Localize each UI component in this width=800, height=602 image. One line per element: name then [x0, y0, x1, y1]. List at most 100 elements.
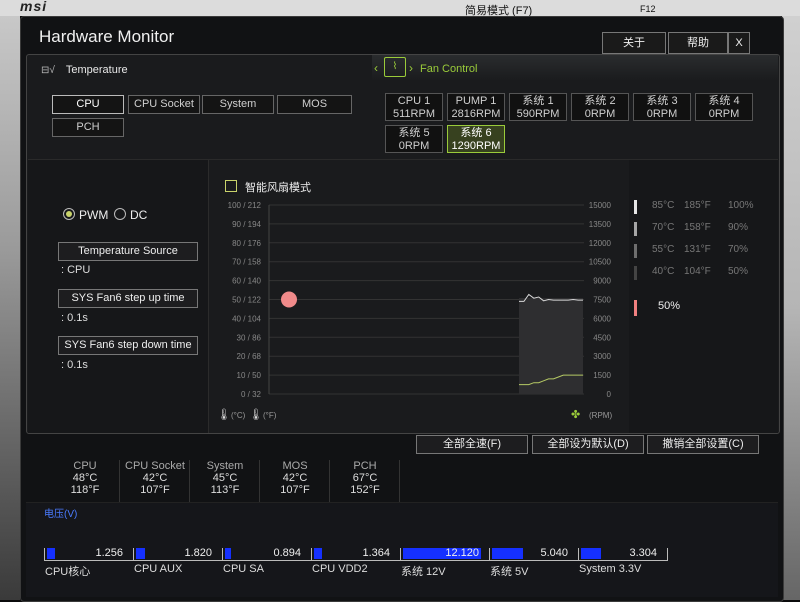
tab-fan-control[interactable]: ‹ ⌇ › Fan Control	[372, 55, 778, 81]
setpoint-handle[interactable]	[281, 291, 297, 308]
voltage-bar: 5.040	[489, 547, 579, 561]
thermometer-f-icon: 🌡	[249, 408, 263, 421]
fan-rpm: 1290RPM	[451, 140, 501, 152]
voltage-value: 1.364	[362, 547, 390, 559]
voltage-bar-fill	[314, 548, 322, 559]
temp-system: System 45°C 113°F	[191, 460, 260, 502]
fan-name: CPU 1	[397, 95, 431, 107]
temperature-source-button[interactable]: Temperature Source	[58, 242, 198, 261]
current-speed-value: 50%	[658, 300, 681, 312]
voltage-name: CPU VDD2	[312, 563, 368, 575]
help-button[interactable]: 帮助	[668, 32, 728, 54]
step-up-time-button[interactable]: SYS Fan6 step up time	[58, 289, 198, 308]
rpm-label: (RPM)	[589, 411, 612, 420]
fan-rpm: 0RPM	[584, 108, 616, 120]
fan-rpm: 0RPM	[398, 140, 430, 152]
source-cpu-button[interactable]: CPU	[52, 95, 124, 114]
fan-rpm: 2816RPM	[451, 108, 501, 120]
screenshot-button[interactable]: F12	[640, 4, 656, 14]
fan-cpu1-button[interactable]: CPU 1 511RPM	[385, 93, 443, 121]
y-left-tick: 20 / 68	[237, 352, 262, 361]
about-button[interactable]: 关于	[602, 32, 666, 54]
fan-settings-area: PWM DC Temperature Source : CPU SYS Fan6…	[28, 159, 778, 433]
fan-name: PUMP 1	[455, 95, 497, 107]
dc-radio[interactable]: DC	[114, 208, 147, 222]
y-right-tick: 15000	[589, 201, 612, 210]
y-left-tick: 70 / 158	[232, 258, 261, 267]
voltage-bar: 12.120	[400, 547, 490, 561]
background-bios-header: msi 简易模式 (F7) F12	[0, 0, 800, 17]
voltage-bar-fill	[225, 548, 231, 559]
voltage-name: CPU SA	[223, 563, 264, 575]
fan-name: 系统 3	[646, 95, 678, 107]
temperature-source-value: : CPU	[61, 264, 91, 276]
voltage-bar-fill	[136, 548, 145, 559]
window-title: Hardware Monitor	[39, 27, 175, 46]
voltage-bar: 1.820	[133, 547, 223, 561]
fan-pump1-button[interactable]: PUMP 1 2816RPM	[447, 93, 505, 121]
step-down-time-value: : 0.1s	[61, 359, 88, 371]
full-speed-button[interactable]: 全部全速(F)	[416, 435, 528, 454]
pwm-radio[interactable]: PWM	[63, 208, 108, 222]
dc-label: DC	[130, 208, 148, 222]
voltage-title: 电压(V)	[44, 509, 78, 520]
fan-name: 系统 6	[460, 127, 492, 139]
voltage-panel: 电压(V) 1.256 CPU核心 1.820 CPU AUX 0.894 CPU SA 1…	[26, 502, 778, 597]
fan-sys4-button[interactable]: 系统 4 0RPM	[695, 93, 753, 121]
step-down-time-button[interactable]: SYS Fan6 step down time	[58, 336, 198, 355]
fan-sys6-button[interactable]: 系统 6 1290RPM	[447, 125, 505, 153]
x-label-fahrenheit: (°F)	[263, 411, 277, 420]
temperature-readouts: CPU 48°C 118°F CPU Socket 42°C 107°F System 4…	[51, 460, 411, 502]
set-default-button[interactable]: 全部设为默认(D)	[532, 435, 644, 454]
y-right-tick: 12000	[589, 239, 612, 248]
voltage-bar: 1.364	[311, 547, 401, 561]
voltage-bar: 0.894	[222, 547, 312, 561]
temp-cpu-socket: CPU Socket 42°C 107°F	[121, 460, 190, 502]
hardware-monitor-window: Hardware Monitor 关于 帮助 X ⊟√ Temperature …	[20, 16, 784, 602]
y-right-tick: 7500	[593, 296, 611, 305]
fan-curve-area: 智能风扇模式 100 / 212 15000 90 / 194 13500 80 / 1…	[208, 160, 629, 433]
voltage-value: 12.120	[445, 547, 479, 559]
fan-rpm: 0RPM	[708, 108, 740, 120]
thermometer-icon: ⊟√	[41, 65, 55, 76]
fan-curve-icon: ⌇	[384, 57, 406, 77]
current-speed-swatch	[634, 300, 637, 316]
fan-name: 系统 4	[708, 95, 740, 107]
voltage-bar-fill	[581, 548, 601, 559]
fan-sys5-button[interactable]: 系统 5 0RPM	[385, 125, 443, 153]
tab-temperature[interactable]: ⊟√ Temperature	[41, 64, 128, 76]
y-right-tick: 0	[607, 390, 612, 399]
voltage-bar: 3.304	[578, 547, 668, 561]
background-right	[782, 16, 800, 600]
y-right-tick: 10500	[589, 258, 612, 267]
y-right-tick: 13500	[589, 220, 612, 229]
voltage-value: 1.820	[184, 547, 212, 559]
voltage-value: 0.894	[273, 547, 301, 559]
y-left-tick: 80 / 176	[232, 239, 261, 248]
voltage-name: CPU核心	[45, 566, 91, 578]
fan-sys1-button[interactable]: 系统 1 590RPM	[509, 93, 567, 121]
curve-legend: 85°C 185°F 100% 70°C 158°F 90% 55°C 131°F 70% …	[630, 160, 778, 433]
y-right-tick: 6000	[593, 314, 611, 323]
voltage-bar-fill	[492, 548, 523, 559]
y-right-tick: 3000	[593, 352, 611, 361]
source-cpu-socket-button[interactable]: CPU Socket	[128, 95, 200, 114]
y-left-tick: 60 / 140	[232, 277, 261, 286]
voltage-value: 5.040	[540, 547, 568, 559]
fan-sys3-button[interactable]: 系统 3 0RPM	[633, 93, 691, 121]
fan-rpm: 0RPM	[646, 108, 678, 120]
radio-dot	[63, 208, 75, 220]
close-button[interactable]: X	[728, 32, 750, 54]
cancel-all-button[interactable]: 撤销全部设置(C)	[647, 435, 759, 454]
source-mos-button[interactable]: MOS	[277, 95, 352, 114]
fan-sys2-button[interactable]: 系统 2 0RPM	[571, 93, 629, 121]
y-left-tick: 50 / 122	[232, 296, 261, 305]
pwm-label: PWM	[79, 208, 109, 222]
y-left-tick: 90 / 194	[232, 220, 261, 229]
voltage-bar-fill	[47, 548, 55, 559]
fan-curve-chart[interactable]: 100 / 212 1500090 / 194 1350080 / 176 12000…	[209, 160, 629, 433]
step-up-time-value: : 0.1s	[61, 312, 88, 324]
tab-fan-control-label: Fan Control	[420, 63, 478, 75]
source-system-button[interactable]: System	[202, 95, 274, 114]
source-pch-button[interactable]: PCH	[52, 118, 124, 137]
